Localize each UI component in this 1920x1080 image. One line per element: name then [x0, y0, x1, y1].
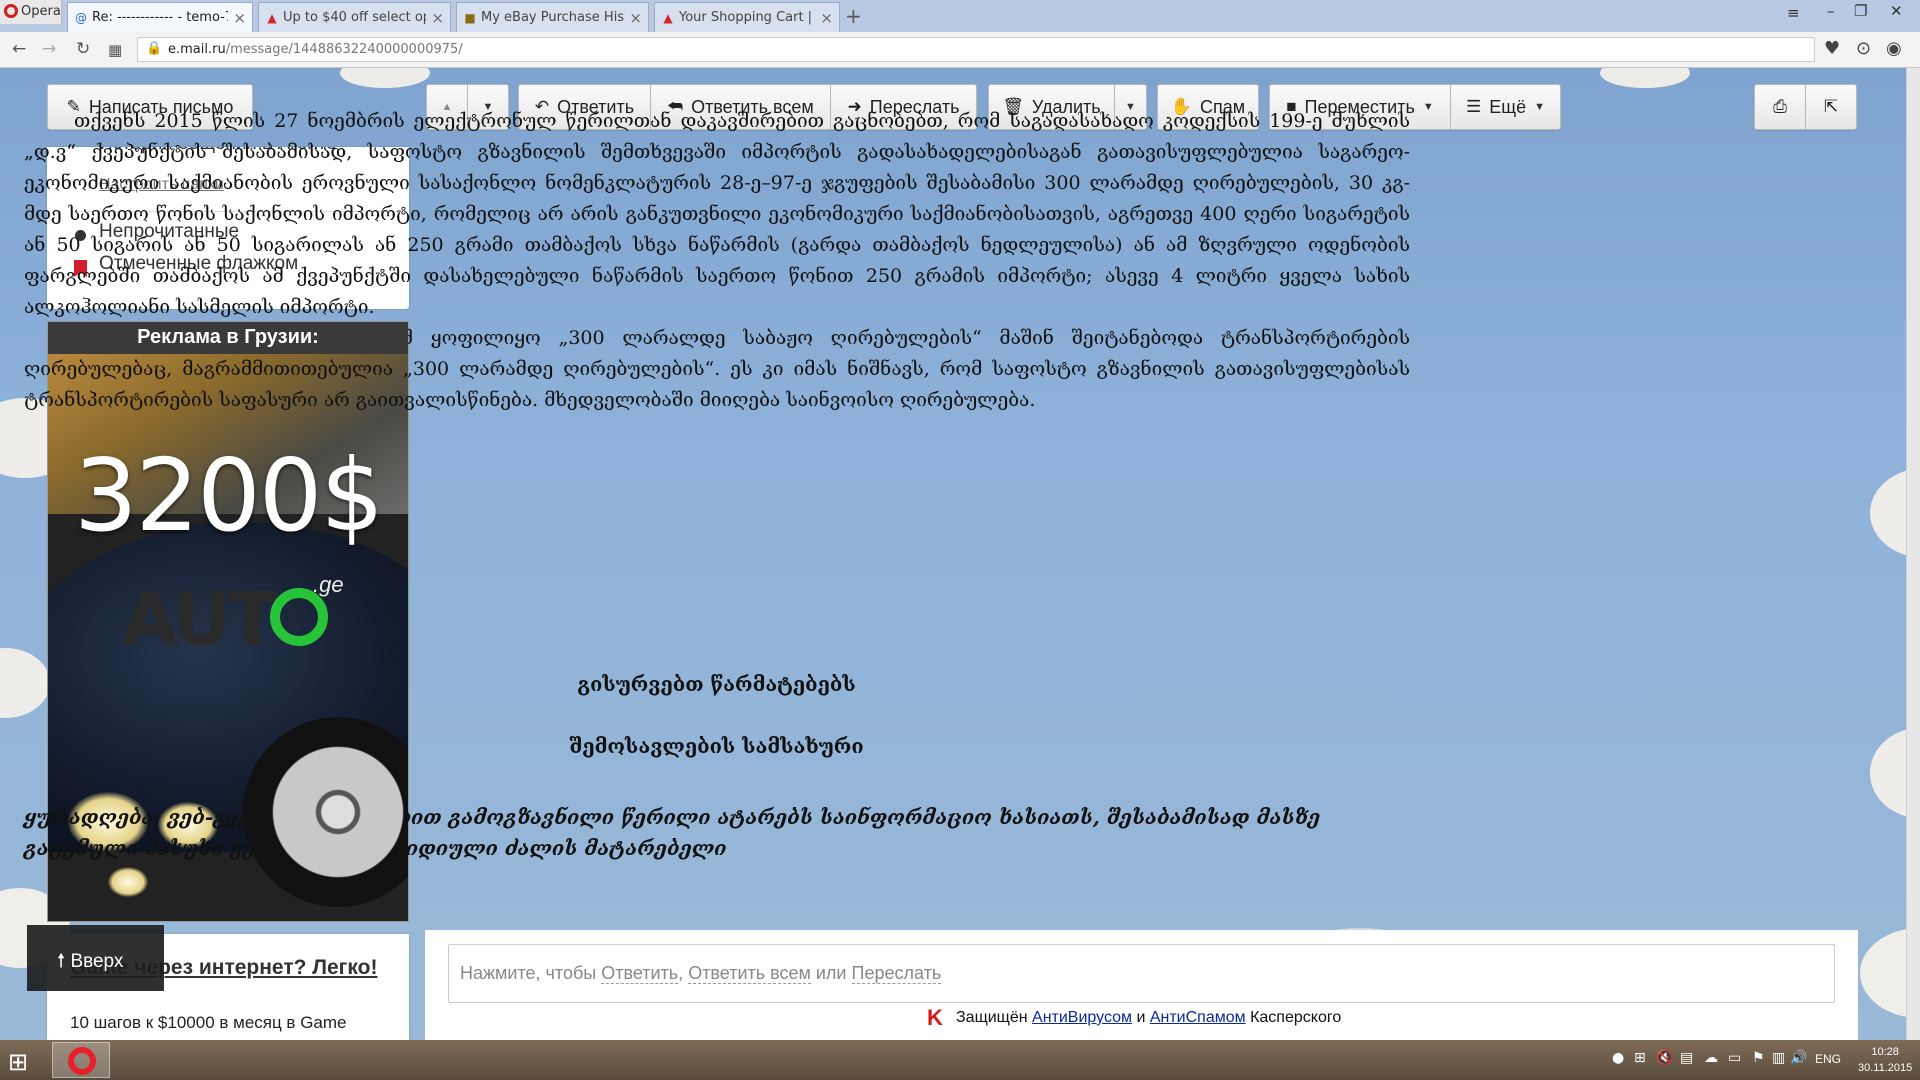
opera-menu-label: Opera [21, 4, 61, 19]
more-button[interactable]: ☰ Ещё ▼ [1450, 84, 1561, 130]
signature-greeting: გისურვებთ წარმატებებს [577, 672, 856, 696]
opera-logo-icon [68, 1047, 96, 1075]
cloud-decoration [1600, 68, 1690, 88]
arrow-up-icon: 🠕 [57, 951, 66, 972]
caret-down-icon: ▼ [1534, 101, 1545, 113]
minimize-icon[interactable]: – [1827, 2, 1835, 20]
opera-logo-icon [4, 4, 18, 18]
menu-lines-icon: ☰ [1466, 97, 1482, 116]
tab-title: Up to $40 off select optic [283, 10, 426, 25]
ad-logo-suffix: .ge [313, 572, 344, 597]
tray-network-icon[interactable]: ▤ [1680, 1050, 1693, 1066]
vertical-scrollbar[interactable] [1906, 68, 1920, 1040]
reply-prompt-separator: , [678, 963, 689, 983]
expand-icon: ⇱ [1823, 97, 1839, 116]
tray-skype-icon[interactable]: ● [1612, 1050, 1624, 1066]
tab-mail-message[interactable]: @ Re: ------------ - temo-777 × [67, 2, 253, 32]
new-tab-icon[interactable]: + [845, 4, 862, 28]
message-body: თქვენს 2015 წლის 27 ნოემბრის ელექტრონულ … [24, 106, 1410, 416]
caret-down-icon: ▼ [1422, 101, 1434, 113]
close-tab-icon[interactable]: × [431, 9, 444, 27]
ad-title: Реклама в Грузии: [48, 322, 408, 354]
kaspersky-vendor: Касперского [1245, 1009, 1342, 1026]
lock-icon: 🔒 [146, 41, 163, 56]
account-icon[interactable]: ◉ [1886, 38, 1902, 59]
tray-volume-muted-icon[interactable]: 🔇 [1656, 1050, 1673, 1066]
tab-title: Re: ------------ - temo-777 [92, 10, 228, 25]
opera-menu-button[interactable]: Opera [0, 0, 62, 24]
antispam-link[interactable]: АнтиСпамом [1150, 1009, 1246, 1026]
kaspersky-and: и [1132, 1009, 1150, 1026]
opera-taskbar-button[interactable] [52, 1042, 110, 1078]
kaspersky-text: Защищён АнтиВирусом и АнтиСпамом Касперс… [956, 1009, 1341, 1027]
tray-wifi-icon[interactable]: ▥ [1772, 1050, 1785, 1066]
tab-title: Your Shopping Cart | Pyra [679, 10, 815, 25]
tray-cloud-icon[interactable]: ☁ [1704, 1050, 1718, 1066]
kaspersky-protected-label: Защищён [956, 1009, 1033, 1026]
maximize-icon[interactable]: ❐ [1854, 2, 1867, 20]
speed-dial-icon[interactable]: ▦ [108, 41, 122, 59]
tray-flag-icon[interactable]: ⚑ [1752, 1050, 1765, 1066]
quick-forward-link[interactable]: Переслать [851, 963, 942, 984]
warning-favicon-icon: ▲ [267, 11, 277, 25]
reply-prompt-or: или [810, 963, 852, 983]
url-input[interactable]: 🔒 e.mail.ru/message/14488632240000000975… [137, 37, 1815, 62]
expand-view-button[interactable]: ⇱ [1805, 84, 1857, 130]
legal-note: ყურადღება: ვებ-გვერდის მეშვეობით გამოგზა… [24, 805, 1321, 860]
clock-date: 30.11.2015 [1858, 1062, 1913, 1074]
message-paragraph: თქვენს 2015 წლის 27 ნოემბრის ელექტრონულ … [24, 110, 1410, 318]
scroll-top-label: Вверх [70, 951, 124, 972]
close-tab-icon[interactable]: × [820, 9, 833, 27]
browser-tab-bar: Opera @ Re: ------------ - temo-777 × ▲ … [0, 0, 1920, 32]
scroll-top-button[interactable]: 🠕 Вверх [27, 925, 164, 991]
tab-ebay-history[interactable]: ■ My eBay Purchase History × [456, 2, 649, 32]
quick-reply-link[interactable]: Ответить [601, 963, 679, 984]
page-background: ✎ Написать письмо ▲ ▼ ↶ Ответить ⮪ Ответ… [0, 68, 1920, 1040]
forward-arrow-icon[interactable]: → [42, 39, 56, 59]
url-host: e.mail.ru [168, 42, 226, 57]
tray-monitor-icon[interactable]: ▭ [1728, 1050, 1741, 1066]
quick-reply-all-link[interactable]: Ответить всем [688, 963, 811, 984]
tab-menu-icon[interactable]: ≡ [1787, 4, 1800, 22]
ad-price: 3200$ [73, 437, 384, 554]
input-language[interactable]: ENG [1815, 1052, 1841, 1066]
kaspersky-logo-icon: K [920, 1003, 950, 1033]
cloud-decoration [340, 68, 430, 88]
ad2-description: 10 шагов к $10000 в месяц в Game [70, 1013, 347, 1032]
bookmark-heart-icon[interactable]: ♥ [1824, 38, 1840, 59]
reload-icon[interactable]: ↻ [76, 39, 90, 59]
clock-time: 10:28 [1871, 1046, 1899, 1058]
tab-optics-offer[interactable]: ▲ Up to $40 off select optic × [258, 2, 451, 32]
windows-taskbar: ⊞ ● ⊞ 🔇 ▤ ☁ ▭ ⚑ ▥ 🔊 ENG 10:28 30.11.2015 [0, 1040, 1920, 1080]
tab-title: My eBay Purchase History [481, 10, 624, 25]
tab-shopping-cart[interactable]: ▲ Your Shopping Cart | Pyra × [654, 2, 840, 32]
quick-reply-input[interactable]: Нажмите, чтобы Ответить, Ответить всем и… [448, 944, 1835, 1003]
back-arrow-icon[interactable]: ← [12, 39, 26, 59]
ebay-favicon-icon: ■ [464, 11, 476, 25]
warning-favicon-icon: ▲ [663, 11, 673, 25]
address-bar: ← → ↻ ▦ 🔒 e.mail.ru/message/144886322400… [0, 32, 1920, 68]
close-tab-icon[interactable]: × [233, 9, 246, 27]
reply-prompt-text: Нажмите, чтобы [460, 963, 602, 983]
system-clock[interactable]: 10:28 30.11.2015 [1858, 1044, 1912, 1076]
mail-favicon-icon: @ [75, 11, 87, 25]
kaspersky-protection: K Защищён АнтиВирусом и АнтиСпамом Каспе… [920, 1003, 1341, 1033]
ad-logo-text: AUT [122, 577, 277, 661]
download-icon[interactable]: ⊙ [1856, 38, 1871, 59]
signature-department: შემოსავლების სამსახური [569, 734, 864, 758]
windows-start-icon[interactable]: ⊞ [8, 1048, 28, 1076]
antivirus-link[interactable]: АнтиВирусом [1032, 1009, 1132, 1026]
foglight-image [108, 867, 148, 897]
close-tab-icon[interactable]: × [629, 9, 642, 27]
tray-windows-icon[interactable]: ⊞ [1634, 1050, 1646, 1066]
url-path: /message/14488632240000000975/ [225, 42, 463, 57]
close-window-icon[interactable]: ✕ [1890, 2, 1903, 20]
printer-icon: ⎙ [1773, 97, 1787, 116]
print-button[interactable]: ⎙ [1754, 84, 1806, 130]
more-label: Ещё [1489, 96, 1527, 117]
tray-speaker-icon[interactable]: 🔊 [1790, 1050, 1807, 1066]
